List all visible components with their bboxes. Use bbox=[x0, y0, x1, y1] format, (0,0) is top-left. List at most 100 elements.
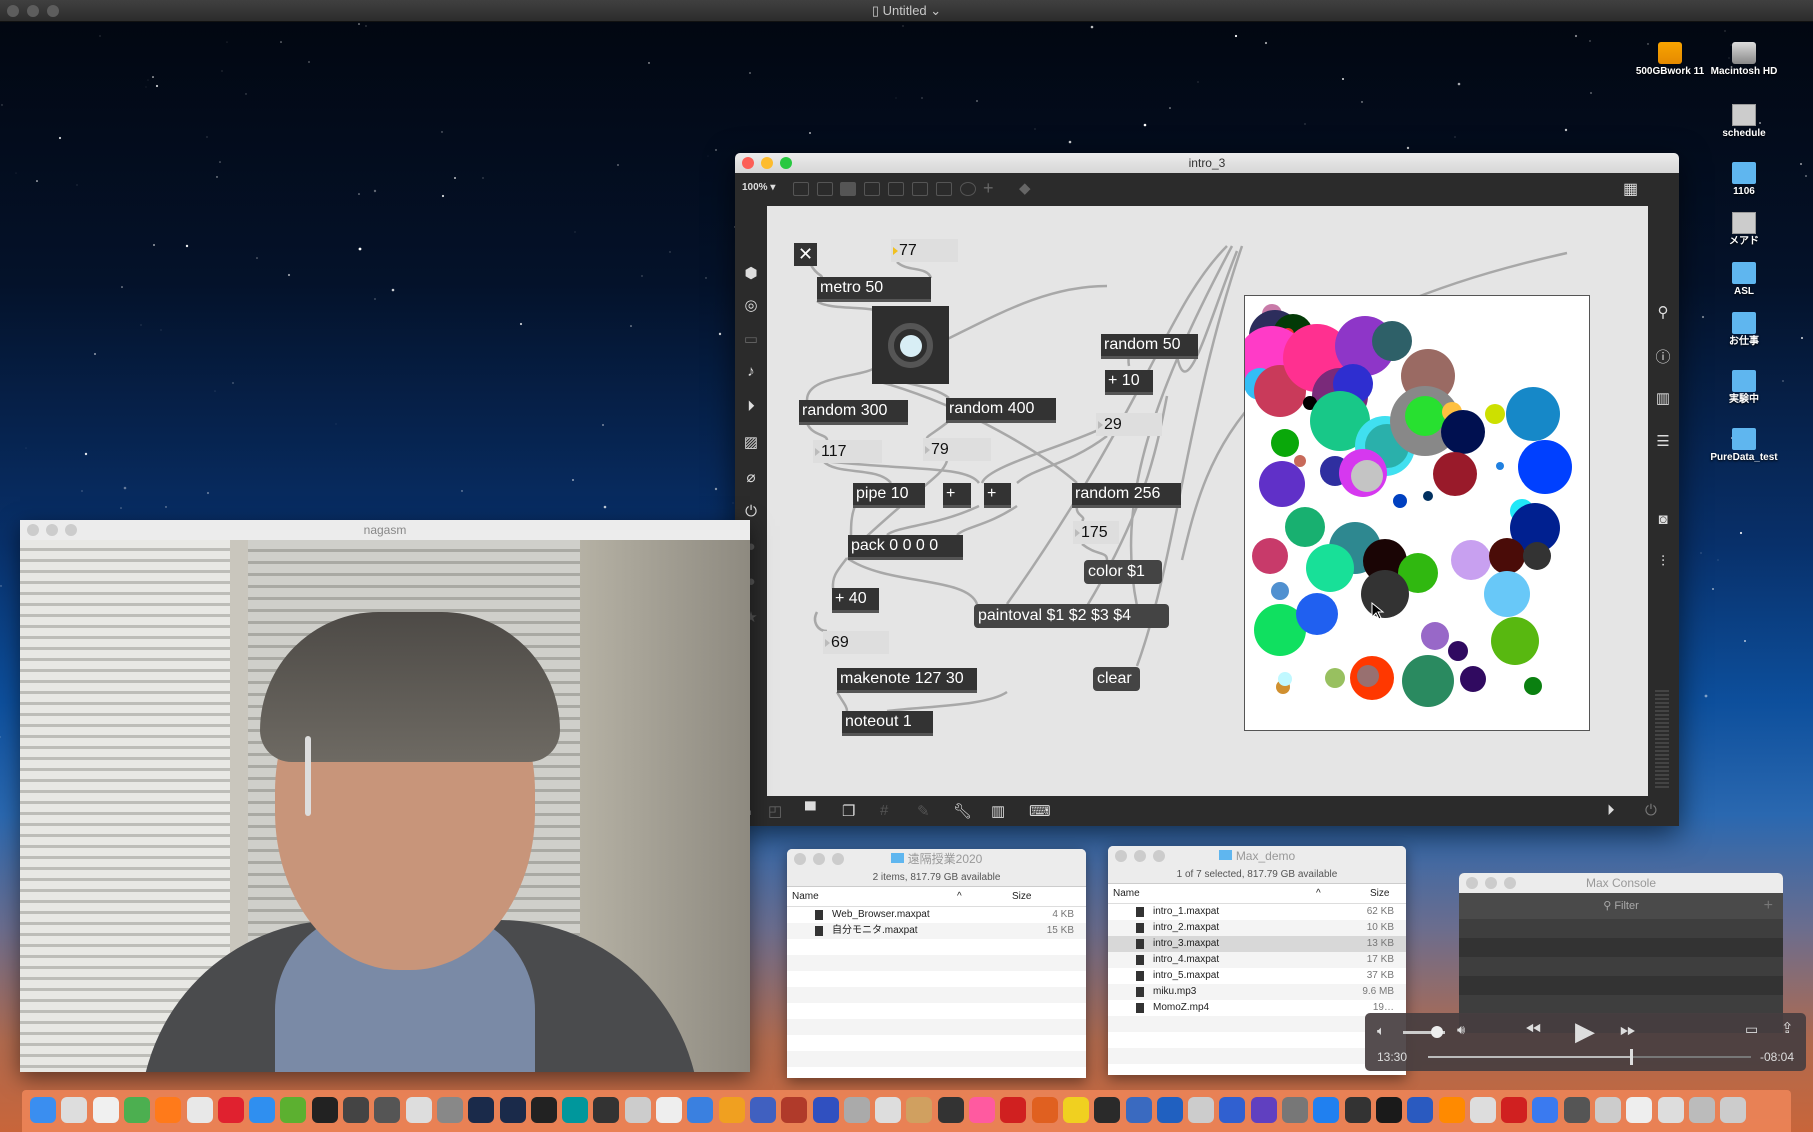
dock-app-icon[interactable] bbox=[656, 1097, 682, 1123]
dock-app-icon[interactable] bbox=[1532, 1097, 1559, 1123]
file-row[interactable]: intro_4.maxpat 17 KB bbox=[1108, 952, 1406, 968]
dock-app-icon[interactable] bbox=[1031, 1097, 1058, 1123]
dock-app-icon[interactable] bbox=[1626, 1097, 1653, 1123]
dial-icon[interactable] bbox=[960, 182, 976, 196]
target-icon[interactable]: ◎ bbox=[739, 296, 763, 314]
dock-app-icon[interactable] bbox=[374, 1097, 401, 1123]
dock-app-icon[interactable] bbox=[217, 1097, 244, 1123]
desktop-icon[interactable]: お仕事 bbox=[1704, 312, 1784, 348]
dock-app-icon[interactable] bbox=[280, 1097, 307, 1123]
add-button[interactable]: + bbox=[1764, 893, 1773, 919]
camera-icon[interactable]: ◙ bbox=[1651, 511, 1675, 528]
number-box-29[interactable]: 29 bbox=[1096, 413, 1162, 436]
dock-app-icon[interactable] bbox=[749, 1097, 776, 1123]
size-column-header[interactable]: Size bbox=[1370, 884, 1389, 904]
dock-app-icon[interactable] bbox=[1688, 1097, 1715, 1123]
rewind-button[interactable]: ⏪︎ bbox=[1525, 1019, 1541, 1042]
close-button[interactable] bbox=[27, 524, 39, 536]
dock-app-icon[interactable] bbox=[1407, 1097, 1434, 1123]
random-300-object[interactable]: random 300 bbox=[799, 400, 908, 425]
close-button[interactable] bbox=[794, 853, 806, 865]
dock-app-icon[interactable] bbox=[343, 1097, 369, 1123]
dock-app-icon[interactable] bbox=[1156, 1097, 1183, 1123]
dock-app-icon[interactable] bbox=[937, 1097, 964, 1123]
dock-app-icon[interactable] bbox=[499, 1097, 526, 1123]
dock-app-icon[interactable] bbox=[530, 1097, 557, 1123]
paperclip-icon[interactable]: ⌀ bbox=[739, 468, 763, 486]
presentation-select-icon[interactable]: ◰ bbox=[768, 802, 782, 820]
plus-object-b[interactable]: + bbox=[984, 483, 1011, 508]
add-icon[interactable]: + bbox=[983, 178, 994, 199]
dock-app-icon[interactable] bbox=[249, 1097, 276, 1123]
plus-object-a[interactable]: + bbox=[943, 483, 971, 508]
dock-app-icon[interactable] bbox=[1469, 1097, 1496, 1123]
fast-forward-button[interactable]: ⏩︎ bbox=[1620, 1019, 1636, 1042]
dock-app-icon[interactable] bbox=[781, 1097, 808, 1123]
image-icon[interactable]: ▨ bbox=[739, 433, 763, 451]
power-icon[interactable]: ⏻ bbox=[1645, 802, 1657, 819]
zoom-button[interactable] bbox=[780, 157, 792, 169]
size-column-header[interactable]: Size bbox=[1012, 887, 1031, 907]
presentation-icon[interactable]: ▀ bbox=[805, 802, 816, 819]
dock-app-icon[interactable] bbox=[1595, 1097, 1621, 1123]
makenote-object[interactable]: makenote 127 30 bbox=[837, 668, 977, 693]
dock-app-icon[interactable] bbox=[155, 1097, 182, 1123]
number-box-77[interactable]: 77 bbox=[891, 239, 958, 262]
file-row[interactable]: intro_3.maxpat 13 KB bbox=[1108, 936, 1406, 952]
list-icon[interactable]: ☰ bbox=[1651, 432, 1675, 450]
zoom-button[interactable] bbox=[832, 853, 844, 865]
close-button[interactable] bbox=[1466, 877, 1478, 889]
plus-40-object[interactable]: + 40 bbox=[832, 588, 879, 613]
dock-app-icon[interactable] bbox=[1344, 1097, 1371, 1123]
dock-app-icon[interactable] bbox=[1657, 1097, 1684, 1123]
dock-app-icon[interactable] bbox=[311, 1097, 338, 1123]
document-title[interactable]: ▯ Untitled ⌄ bbox=[0, 3, 1813, 19]
close-button[interactable] bbox=[1115, 850, 1127, 862]
dock-app-icon[interactable] bbox=[468, 1097, 495, 1123]
volume-slider[interactable] bbox=[1403, 1026, 1445, 1038]
dock-app-icon[interactable] bbox=[1501, 1097, 1528, 1123]
audio-play-icon[interactable]: ⏵ bbox=[1607, 802, 1615, 819]
button-icon[interactable] bbox=[888, 182, 904, 196]
noteout-object[interactable]: noteout 1 bbox=[842, 711, 933, 736]
mixer-icon[interactable]: ⫶ bbox=[1651, 553, 1675, 570]
book-icon[interactable]: ▥ bbox=[1651, 389, 1675, 407]
dock-app-icon[interactable] bbox=[1282, 1097, 1308, 1123]
dock-app-icon[interactable] bbox=[562, 1097, 589, 1123]
file-row[interactable]: Web_Browser.maxpat 4 KB bbox=[787, 907, 1086, 923]
number-box-175[interactable]: 175 bbox=[1073, 521, 1119, 544]
volume-knob[interactable] bbox=[1430, 1026, 1443, 1038]
close-button[interactable] bbox=[742, 157, 754, 169]
number-icon[interactable] bbox=[912, 182, 928, 196]
keyboard-icon[interactable]: ⌨ bbox=[1029, 802, 1051, 820]
comment-icon[interactable] bbox=[840, 182, 856, 196]
dock-app-icon[interactable] bbox=[1188, 1097, 1215, 1123]
file-row[interactable]: intro_5.maxpat 37 KB bbox=[1108, 968, 1406, 984]
dock-app-icon[interactable] bbox=[593, 1097, 620, 1123]
dock-app-icon[interactable] bbox=[718, 1097, 745, 1123]
pipe-10-object[interactable]: pipe 10 bbox=[853, 483, 925, 508]
dock-app-icon[interactable] bbox=[1219, 1097, 1246, 1123]
dock-app-icon[interactable] bbox=[969, 1097, 995, 1123]
color-message[interactable]: color $1 bbox=[1084, 560, 1162, 584]
clear-message[interactable]: clear bbox=[1093, 667, 1140, 691]
toggle[interactable]: ✕ bbox=[794, 243, 817, 266]
zoom-menu[interactable]: 100% ▾ bbox=[742, 182, 775, 193]
grid-snap-icon[interactable]: # bbox=[880, 802, 888, 819]
piano-icon[interactable]: ▥ bbox=[991, 802, 1005, 820]
dock-app-icon[interactable] bbox=[1563, 1097, 1590, 1123]
plug-icon[interactable]: ⏻ bbox=[739, 503, 763, 520]
file-row[interactable]: miku.mp3 9.6 MB bbox=[1108, 984, 1406, 1000]
wrench-icon[interactable]: 🔧︎ bbox=[953, 802, 972, 820]
paintoval-message[interactable]: paintoval $1 $2 $3 $4 bbox=[974, 604, 1169, 628]
desktop-icon[interactable]: 500GBwork 11 bbox=[1630, 42, 1710, 78]
dock-app-icon[interactable] bbox=[1000, 1097, 1027, 1123]
patcher-canvas[interactable]: ✕ 77 metro 50 random 300 random 400 rand… bbox=[767, 206, 1648, 796]
dock-app-icon[interactable] bbox=[405, 1097, 432, 1123]
zoom-button[interactable] bbox=[65, 524, 77, 536]
dock-app-icon[interactable] bbox=[1250, 1097, 1277, 1123]
dock-app-icon[interactable] bbox=[624, 1097, 651, 1123]
dock-app-icon[interactable] bbox=[30, 1097, 56, 1123]
toggle-icon[interactable] bbox=[864, 182, 880, 196]
number-box-117[interactable]: 117 bbox=[813, 440, 882, 463]
